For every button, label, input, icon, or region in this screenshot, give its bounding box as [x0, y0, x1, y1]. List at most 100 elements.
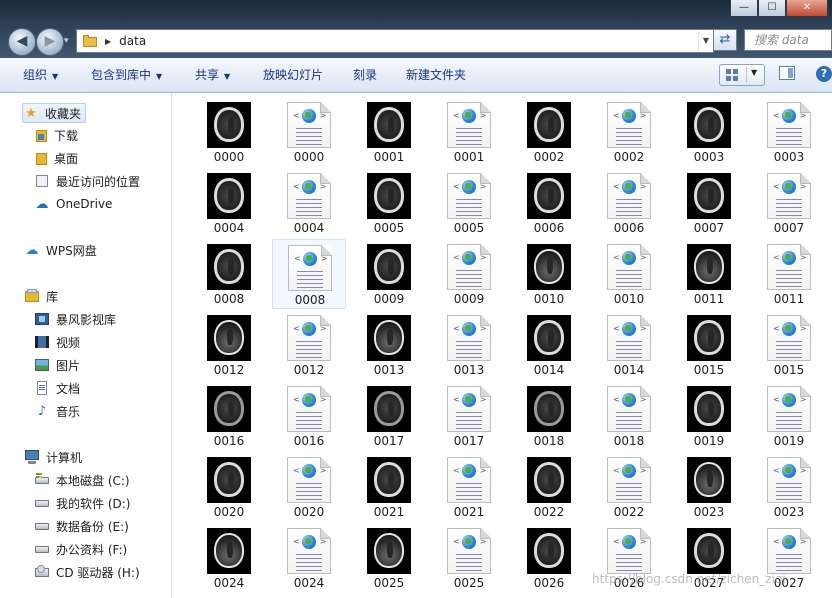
- image-file-tile[interactable]: 0013: [352, 310, 426, 380]
- nav-drive-h[interactable]: CD 驱动器 (H:): [34, 562, 140, 582]
- nav-onedrive[interactable]: ☁ OneDrive: [34, 194, 113, 214]
- html-file-tile[interactable]: <> 0005: [432, 168, 506, 238]
- back-button[interactable]: ◀: [8, 28, 36, 56]
- html-file-tile[interactable]: <> 0000: [272, 97, 346, 167]
- nav-desktop[interactable]: 桌面: [34, 148, 78, 168]
- chevron-down-icon[interactable]: ▼: [751, 68, 757, 77]
- html-file-tile[interactable]: <> 0006: [592, 168, 666, 238]
- nav-storm-video[interactable]: 暴风影视库: [34, 309, 116, 329]
- nav-videos[interactable]: 视频: [34, 332, 80, 352]
- change-view-button[interactable]: ▼: [719, 64, 765, 86]
- image-file-tile[interactable]: 0012: [192, 310, 266, 380]
- html-file-tile[interactable]: <> 0002: [592, 97, 666, 167]
- html-file-tile[interactable]: <> 0001: [432, 97, 506, 167]
- ct-scan-thumbnail: [207, 457, 251, 503]
- html-file-tile[interactable]: <> 0004: [272, 168, 346, 238]
- image-file-tile[interactable]: 0024: [192, 523, 266, 593]
- html-file-tile[interactable]: <> 0015: [752, 310, 826, 380]
- forward-button[interactable]: ▶: [36, 28, 64, 56]
- nav-downloads[interactable]: 下载: [34, 125, 78, 145]
- breadcrumb-chevron-icon[interactable]: ▶: [105, 37, 111, 46]
- image-file-tile[interactable]: 0007: [672, 168, 746, 238]
- image-file-tile[interactable]: 0026: [512, 523, 586, 593]
- search-input[interactable]: 搜索 data: [744, 29, 832, 51]
- image-file-tile[interactable]: 0020: [192, 452, 266, 522]
- image-file-tile[interactable]: 0005: [352, 168, 426, 238]
- html-file-tile[interactable]: <> 0017: [432, 381, 506, 451]
- nav-drive-f[interactable]: 办公资料 (F:): [34, 539, 127, 559]
- html-file-tile[interactable]: <> 0021: [432, 452, 506, 522]
- nav-drive-d[interactable]: 我的软件 (D:): [34, 493, 130, 513]
- close-button[interactable]: ✕: [786, 0, 828, 17]
- include-in-library-menu[interactable]: 包含到库中 ▼: [91, 58, 162, 92]
- html-file-tile[interactable]: <> 0019: [752, 381, 826, 451]
- preview-pane-button[interactable]: [779, 66, 795, 80]
- html-file-tile[interactable]: <> 0023: [752, 452, 826, 522]
- html-file-tile[interactable]: <> 0013: [432, 310, 506, 380]
- image-file-tile[interactable]: 0003: [672, 97, 746, 167]
- image-file-tile[interactable]: 0016: [192, 381, 266, 451]
- image-file-tile[interactable]: 0018: [512, 381, 586, 451]
- nav-favorites-label: 收藏夹: [45, 106, 82, 121]
- image-file-tile[interactable]: 0015: [672, 310, 746, 380]
- html-file-tile[interactable]: <> 0018: [592, 381, 666, 451]
- maximize-button[interactable]: ☐: [758, 0, 786, 17]
- image-file-tile[interactable]: 0001: [352, 97, 426, 167]
- globe-icon: [622, 180, 636, 194]
- image-file-tile[interactable]: 0009: [352, 239, 426, 309]
- image-file-tile[interactable]: 0002: [512, 97, 586, 167]
- file-name-label: 0007: [773, 221, 805, 235]
- slideshow-button[interactable]: 放映幻灯片: [263, 58, 323, 92]
- image-file-tile[interactable]: 0017: [352, 381, 426, 451]
- html-file-tile[interactable]: <> 0008: [272, 239, 346, 309]
- image-file-tile[interactable]: 0006: [512, 168, 586, 238]
- nav-pictures[interactable]: 图片: [34, 355, 80, 375]
- html-file-tile[interactable]: <> 0007: [752, 168, 826, 238]
- burn-button[interactable]: 刻录: [353, 58, 377, 92]
- html-file-tile[interactable]: <> 0020: [272, 452, 346, 522]
- nav-drive-e[interactable]: 数据备份 (E:): [34, 516, 129, 536]
- nav-drive-c[interactable]: 本地磁盘 (C:): [34, 470, 130, 490]
- recent-pages-dropdown[interactable]: ▾: [64, 36, 69, 46]
- html-file-tile[interactable]: <> 0003: [752, 97, 826, 167]
- html-file-tile[interactable]: <> 0010: [592, 239, 666, 309]
- globe-icon: [782, 393, 796, 407]
- html-file-tile[interactable]: <> 0009: [432, 239, 506, 309]
- html-file-tile[interactable]: <> 0022: [592, 452, 666, 522]
- html-file-tile[interactable]: <> 0012: [272, 310, 346, 380]
- image-file-tile[interactable]: 0014: [512, 310, 586, 380]
- help-button[interactable]: ?: [816, 66, 832, 82]
- image-file-tile[interactable]: 0021: [352, 452, 426, 522]
- image-file-tile[interactable]: 0008: [192, 239, 266, 309]
- nav-music[interactable]: ♪ 音乐: [34, 401, 80, 421]
- nav-wps-drive[interactable]: ☁ WPS网盘: [24, 240, 97, 260]
- image-file-tile[interactable]: 0023: [672, 452, 746, 522]
- address-bar[interactable]: ▶ data ▼: [76, 29, 714, 53]
- html-file-tile[interactable]: <> 0016: [272, 381, 346, 451]
- breadcrumb-current[interactable]: data: [119, 34, 146, 48]
- html-file-tile[interactable]: <> 0011: [752, 239, 826, 309]
- share-menu[interactable]: 共享 ▼: [195, 58, 230, 92]
- html-document-icon: <>: [447, 244, 491, 290]
- refresh-button[interactable]: ⇄: [713, 29, 737, 51]
- image-file-tile[interactable]: 0000: [192, 97, 266, 167]
- html-file-tile[interactable]: <> 0025: [432, 523, 506, 593]
- html-file-tile[interactable]: <> 0024: [272, 523, 346, 593]
- nav-libraries[interactable]: 库: [24, 286, 58, 306]
- image-file-tile[interactable]: 0019: [672, 381, 746, 451]
- nav-recent-places[interactable]: 最近访问的位置: [34, 171, 140, 191]
- image-file-tile[interactable]: 0004: [192, 168, 266, 238]
- nav-computer[interactable]: 计算机: [24, 447, 82, 467]
- nav-favorites[interactable]: ★ 收藏夹: [22, 103, 87, 123]
- minimize-button[interactable]: —: [730, 0, 758, 17]
- address-history-dropdown[interactable]: ▼: [698, 31, 713, 51]
- image-file-tile[interactable]: 0022: [512, 452, 586, 522]
- new-folder-button[interactable]: 新建文件夹: [406, 58, 466, 92]
- html-file-tile[interactable]: <> 0014: [592, 310, 666, 380]
- image-file-tile[interactable]: 0011: [672, 239, 746, 309]
- nav-documents[interactable]: 文档: [34, 378, 80, 398]
- organize-menu[interactable]: 组织 ▼: [23, 58, 58, 92]
- image-file-tile[interactable]: 0025: [352, 523, 426, 593]
- image-file-tile[interactable]: 0010: [512, 239, 586, 309]
- ct-scan-thumbnail: [367, 528, 411, 574]
